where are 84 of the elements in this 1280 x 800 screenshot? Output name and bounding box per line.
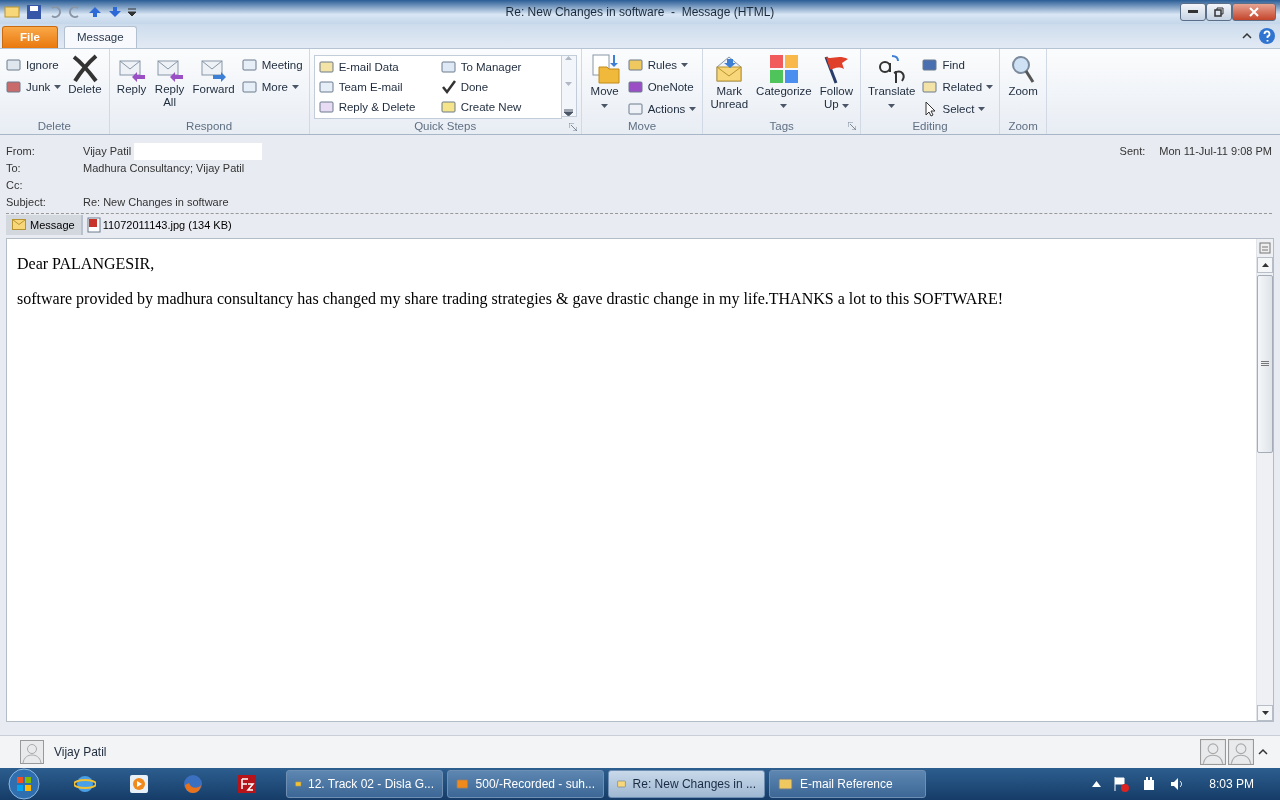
quick-step-item[interactable]: Create New — [438, 96, 559, 117]
quick-step-item[interactable]: Reply & Delete — [316, 96, 439, 117]
ribbon-button[interactable]: More — [239, 76, 305, 97]
ribbon-button[interactable]: Translate — [864, 50, 919, 113]
customize-icon[interactable] — [128, 6, 136, 17]
field-value: Vijay Patil — [83, 145, 132, 158]
message-tab[interactable]: Message — [6, 214, 83, 235]
ribbon-button[interactable]: Zoom — [1004, 50, 1043, 100]
ribbon-button[interactable]: Find — [920, 54, 996, 75]
group-label: Delete — [37, 119, 71, 132]
ribbon-button[interactable]: Actions — [625, 98, 699, 119]
group-label: Tags — [769, 119, 794, 132]
ribbon-button[interactable]: Ignore — [4, 54, 64, 75]
ribbon-button[interactable]: Junk — [4, 76, 64, 97]
field-value: Re: New Changes in software — [83, 196, 229, 209]
ribbon-button[interactable]: Reply — [113, 50, 150, 98]
ribbon-button[interactable]: Related — [920, 76, 996, 97]
field-label: From: — [6, 145, 36, 158]
window-title: Re: New Changes in software - Message (HTML) — [505, 5, 775, 19]
field-label: Cc: — [6, 179, 24, 192]
taskbar-button[interactable]: Re: New Changes in ... — [608, 770, 765, 798]
taskbar-button[interactable]: 500/-Recorded - suh... — [447, 770, 604, 798]
group-label: Quick Steps — [414, 120, 477, 133]
ribbon-button[interactable]: Select — [920, 98, 996, 119]
group-label: Zoom — [1008, 119, 1038, 132]
quick-step-item[interactable]: Team E-mail — [316, 76, 439, 97]
ribbon-button[interactable]: Forward — [189, 50, 238, 98]
ribbon-button[interactable]: Rules — [625, 54, 699, 75]
color-grid-icon — [767, 52, 800, 85]
contact-name: Vijay Patil — [54, 745, 107, 760]
flag-error-icon[interactable] — [1113, 776, 1130, 792]
play-icon[interactable] — [128, 773, 150, 795]
dialog-launcher-icon[interactable] — [847, 121, 856, 130]
dialog-launcher-icon[interactable] — [568, 122, 577, 131]
field-label: Subject: — [6, 196, 47, 209]
group-label: Respond — [186, 119, 233, 132]
collapse-icon[interactable] — [1242, 32, 1252, 40]
minimize-icon — [1188, 10, 1198, 14]
attachment-link[interactable]: 11072011143.jpg (134 KB) — [86, 216, 232, 233]
quick-step-item[interactable]: To Manager — [438, 56, 559, 77]
scroll-down-button[interactable] — [1257, 705, 1273, 722]
more-icon[interactable] — [564, 108, 574, 116]
ribbon-button[interactable]: Reply All — [151, 50, 188, 111]
taskbar-button[interactable]: 12. Track 02 - Disla G... — [286, 770, 443, 798]
image-file-icon — [86, 216, 101, 233]
close-button[interactable] — [1232, 2, 1276, 21]
message-text: software provided by madhura consultancy has changed my share trading strategies & gave drastic change in my life.THANKS a lot to this SOFTWARE! — [17, 289, 1004, 308]
ribbon-button[interactable]: Mark Unread — [707, 50, 752, 113]
quick-step-item[interactable]: Done — [438, 76, 559, 97]
down-arrow-icon — [1261, 711, 1269, 716]
field-value: Mon 11-Jul-11 9:08 PM — [1159, 145, 1272, 158]
globe-icon[interactable] — [74, 773, 96, 795]
help-icon[interactable] — [1258, 26, 1276, 45]
field-label: To: — [6, 162, 22, 175]
ribbon-tab[interactable]: Message — [64, 25, 137, 48]
checkmark-icon — [440, 78, 457, 95]
scroll-thumb[interactable] — [1257, 274, 1273, 453]
ribbon-button[interactable]: Delete — [65, 50, 105, 98]
tray-arrow-icon[interactable] — [1092, 781, 1102, 787]
close-icon — [1249, 6, 1259, 17]
scroll-up-button[interactable] — [1257, 256, 1273, 273]
ribbon-button[interactable]: Categorize — [753, 50, 815, 113]
avatar-icon — [20, 740, 44, 765]
restore-button[interactable] — [1206, 2, 1232, 21]
up-arrow-icon — [1261, 262, 1269, 267]
ribbon-button[interactable]: OneNote — [625, 76, 699, 97]
ribbon-button[interactable]: Move — [585, 50, 624, 113]
quick-step-item[interactable]: E-mail Data — [316, 56, 439, 77]
field-label: Sent: — [1119, 145, 1146, 158]
ribbon-button[interactable]: Follow Up — [816, 50, 856, 113]
minimize-button[interactable] — [1180, 2, 1206, 21]
taskbar-button[interactable]: E-mail Reference — [769, 770, 926, 798]
clock[interactable]: 8:03 PM — [1209, 777, 1254, 791]
group-label: Editing — [912, 120, 948, 133]
grip-icon — [1261, 361, 1269, 367]
message-text: Dear PALANGESIR, — [17, 254, 156, 273]
app-tile-icon[interactable] — [236, 773, 258, 795]
restore-icon — [1214, 6, 1224, 17]
ribbon-button[interactable]: Meeting — [239, 54, 305, 75]
save-icon[interactable] — [26, 3, 42, 20]
field-value: Madhura Consultancy; Vijay Patil — [83, 162, 245, 175]
group-label: Move — [627, 120, 657, 133]
down-arrow-icon[interactable] — [108, 4, 122, 19]
up-arrow-icon[interactable] — [88, 4, 102, 19]
